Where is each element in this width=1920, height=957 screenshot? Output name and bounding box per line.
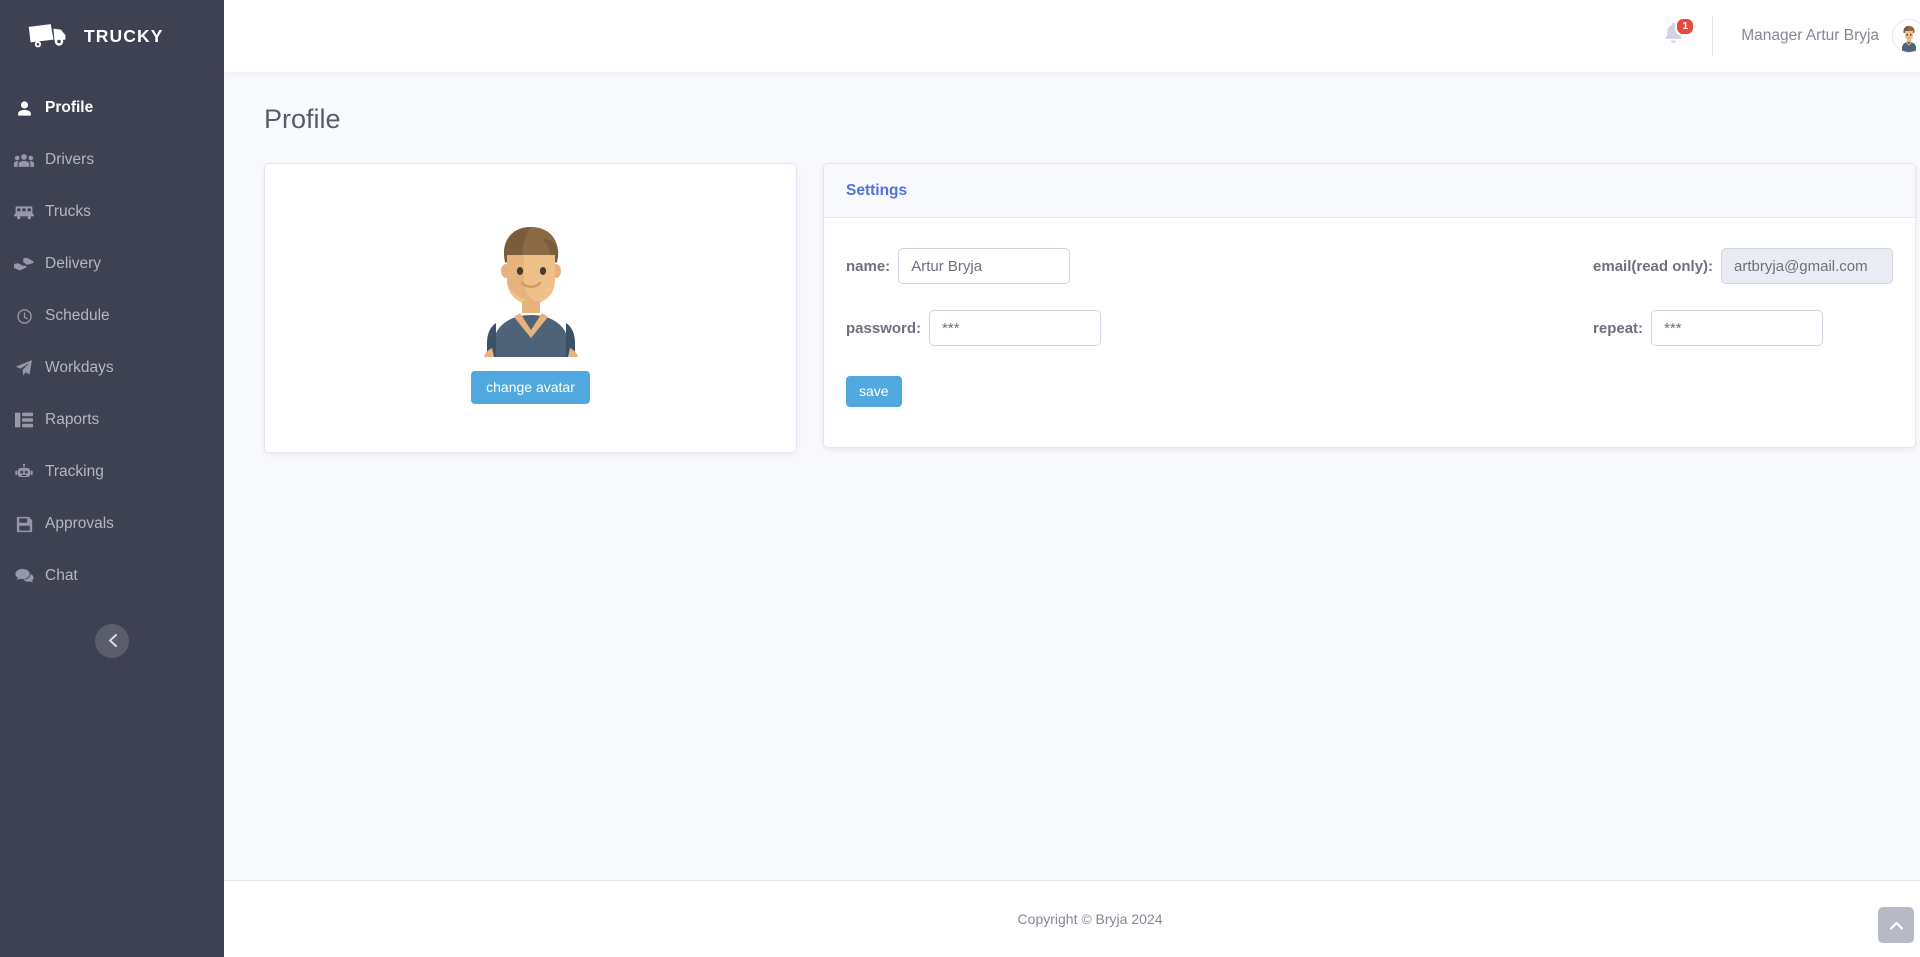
- avatar: [1892, 19, 1920, 53]
- sidebar-item-drivers[interactable]: Drivers: [0, 134, 224, 186]
- hand-holding-icon: [14, 254, 34, 274]
- email-label: email(read only):: [1593, 257, 1714, 275]
- email-field-group: email(read only):: [1101, 240, 1894, 292]
- sidebar-item-label: Drivers: [45, 151, 95, 168]
- truck-icon: [26, 21, 70, 51]
- sidebar-collapse-button[interactable]: [95, 624, 129, 658]
- sidebar: TRUCKY Profile Drivers Trucks Delivery S…: [0, 0, 224, 957]
- columns-icon: [14, 410, 34, 430]
- repeat-label: repeat:: [1593, 319, 1644, 337]
- sidebar-item-workdays[interactable]: Workdays: [0, 342, 224, 394]
- brand-name: TRUCKY: [84, 25, 164, 46]
- name-field-group: name:: [846, 240, 1101, 292]
- change-avatar-button[interactable]: change avatar: [471, 370, 590, 404]
- settings-card: Settings name: email(read only):: [823, 163, 1917, 448]
- chevron-left-icon: [108, 633, 117, 649]
- robot-icon: [14, 462, 34, 482]
- sidebar-item-tracking[interactable]: Tracking: [0, 446, 224, 498]
- sidebar-item-label: Trucks: [45, 203, 91, 220]
- sidebar-item-profile[interactable]: Profile: [0, 82, 224, 134]
- password-field-group: password:: [846, 302, 1102, 354]
- page-title: Profile: [264, 104, 341, 134]
- comments-icon: [14, 566, 34, 586]
- notification-badge: 1: [1675, 17, 1696, 37]
- user-icon: [14, 98, 34, 118]
- sidebar-item-label: Chat: [45, 567, 78, 584]
- app-root: TRUCKY Profile Drivers Trucks Delivery S…: [0, 0, 1920, 957]
- password-label: password:: [846, 319, 922, 337]
- settings-title: Settings: [846, 182, 908, 199]
- main-column: 1 Manager Artur Bryja Profile change ava…: [224, 0, 1920, 957]
- save-button[interactable]: save: [846, 376, 902, 407]
- password-input[interactable]: [929, 310, 1102, 346]
- topbar: 1 Manager Artur Bryja: [224, 0, 1920, 72]
- sidebar-item-label: Workdays: [45, 359, 114, 376]
- sidebar-item-chat[interactable]: Chat: [0, 550, 224, 602]
- copyright-text: Copyright © Bryja 2024: [1017, 911, 1163, 927]
- sidebar-item-label: Profile: [45, 99, 94, 116]
- settings-card-body: name: email(read only): password:: [824, 218, 1915, 447]
- footer: Copyright © Bryja 2024: [224, 880, 1920, 957]
- scroll-to-top-button[interactable]: [1878, 907, 1915, 943]
- sidebar-collapse-wrap: [0, 602, 224, 658]
- chevron-up-icon: [1889, 917, 1903, 933]
- topbar-divider: [1712, 16, 1714, 56]
- sidebar-item-approvals[interactable]: Approvals: [0, 498, 224, 550]
- save-row: save: [846, 364, 1101, 407]
- sidebar-item-label: Delivery: [45, 255, 101, 272]
- sidebar-item-label: Schedule: [45, 307, 110, 324]
- sidebar-nav: Profile Drivers Trucks Delivery Schedule…: [0, 82, 224, 602]
- repeat-field-group: repeat:: [1101, 302, 1893, 354]
- clock-icon: [14, 306, 34, 326]
- save-icon: [14, 514, 34, 534]
- sidebar-item-schedule[interactable]: Schedule: [0, 290, 224, 342]
- avatar-illustration: [476, 219, 586, 357]
- paper-plane-icon: [14, 358, 34, 378]
- sidebar-item-trucks[interactable]: Trucks: [0, 186, 224, 238]
- sidebar-item-label: Raports: [45, 411, 100, 428]
- user-menu[interactable]: Manager Artur Bryja: [1741, 19, 1920, 53]
- sidebar-item-label: Tracking: [45, 463, 104, 480]
- repeat-password-input[interactable]: [1651, 310, 1824, 346]
- content-area: Profile change avatar Settings name: Art…: [224, 72, 1920, 880]
- user-name: Manager Artur Bryja: [1741, 27, 1880, 44]
- sidebar-item-delivery[interactable]: Delivery: [0, 238, 224, 290]
- sidebar-item-label: Approvals: [45, 515, 114, 532]
- avatar-card: change avatar: [264, 163, 797, 453]
- name-label: name:: [846, 257, 891, 275]
- notifications-button[interactable]: 1: [1656, 17, 1696, 53]
- email-input: [1721, 248, 1894, 284]
- profile-row: change avatar Settings name: Artur Bryja…: [252, 163, 1920, 453]
- brand-logo-link[interactable]: TRUCKY: [0, 0, 224, 72]
- truck-side-icon: [14, 202, 34, 222]
- settings-card-header: Settings: [824, 164, 1916, 218]
- users-icon: [14, 150, 34, 170]
- sidebar-item-raports[interactable]: Raports: [0, 394, 224, 446]
- settings-form: name: email(read only): password:: [846, 240, 1894, 407]
- name-input[interactable]: [898, 248, 1071, 284]
